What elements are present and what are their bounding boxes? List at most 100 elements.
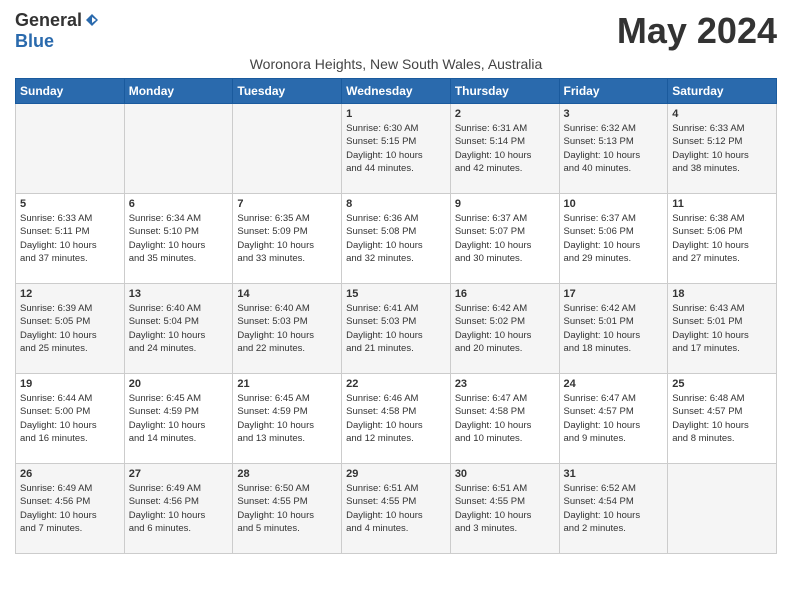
day-number: 9: [455, 198, 555, 210]
day-number: 5: [20, 198, 120, 210]
day-number: 6: [129, 198, 229, 210]
calendar-week-row: 5 Sunrise: 6:33 AM Sunset: 5:11 PM Daylig…: [16, 194, 777, 284]
day-info: Sunrise: 6:52 AM Sunset: 4:54 PM Dayligh…: [564, 482, 664, 535]
day-info: Sunrise: 6:33 AM Sunset: 5:12 PM Dayligh…: [672, 122, 772, 175]
day-info: Sunrise: 6:30 AM Sunset: 5:15 PM Dayligh…: [346, 122, 446, 175]
day-of-week-header: Wednesday: [342, 79, 451, 104]
calendar-day-cell: 10Sunrise: 6:37 AM Sunset: 5:06 PM Dayli…: [559, 194, 668, 284]
day-info: Sunrise: 6:42 AM Sunset: 5:02 PM Dayligh…: [455, 302, 555, 355]
calendar-header: SundayMondayTuesdayWednesdayThursdayFrid…: [16, 79, 777, 104]
day-info: Sunrise: 6:36 AM Sunset: 5:08 PM Dayligh…: [346, 212, 446, 265]
calendar-day-cell: 17 Sunrise: 6:42 AM Sunset: 5:01 PM Dayli…: [559, 284, 668, 374]
calendar-day-cell: 28 Sunrise: 6:50 AM Sunset: 4:55 PM Dayli…: [233, 464, 342, 554]
calendar-day-cell: 1 Sunrise: 6:30 AM Sunset: 5:15 PM Daylig…: [342, 104, 451, 194]
calendar-week-row: 1 Sunrise: 6:30 AM Sunset: 5:15 PM Daylig…: [16, 104, 777, 194]
day-info: Sunrise: 6:45 AM Sunset: 4:59 PM Dayligh…: [237, 392, 337, 445]
calendar-day-cell: 4 Sunrise: 6:33 AM Sunset: 5:12 PM Daylig…: [668, 104, 777, 194]
day-info: Sunrise: 6:47 AM Sunset: 4:58 PM Dayligh…: [455, 392, 555, 445]
calendar-day-cell: [16, 104, 125, 194]
day-number: 21: [237, 378, 337, 390]
day-number: 16: [455, 288, 555, 300]
page-header: General Blue May 2024: [15, 10, 777, 52]
day-of-week-header: Saturday: [668, 79, 777, 104]
day-info: Sunrise: 6:31 AM Sunset: 5:14 PM Dayligh…: [455, 122, 555, 175]
day-number: 23: [455, 378, 555, 390]
day-number: 24: [564, 378, 664, 390]
calendar-week-row: 26Sunrise: 6:49 AM Sunset: 4:56 PM Dayli…: [16, 464, 777, 554]
day-number: 19: [20, 378, 120, 390]
day-number: 30: [455, 468, 555, 480]
day-info: Sunrise: 6:42 AM Sunset: 5:01 PM Dayligh…: [564, 302, 664, 355]
calendar-day-cell: 27 Sunrise: 6:49 AM Sunset: 4:56 PM Dayli…: [124, 464, 233, 554]
month-title: May 2024: [617, 10, 777, 52]
calendar-week-row: 12Sunrise: 6:39 AM Sunset: 5:05 PM Dayli…: [16, 284, 777, 374]
calendar-day-cell: 12Sunrise: 6:39 AM Sunset: 5:05 PM Dayli…: [16, 284, 125, 374]
calendar-day-cell: 24 Sunrise: 6:47 AM Sunset: 4:57 PM Dayli…: [559, 374, 668, 464]
day-number: 17: [564, 288, 664, 300]
day-info: Sunrise: 6:37 AM Sunset: 5:07 PM Dayligh…: [455, 212, 555, 265]
calendar-day-cell: 19Sunrise: 6:44 AM Sunset: 5:00 PM Dayli…: [16, 374, 125, 464]
day-of-week-header: Monday: [124, 79, 233, 104]
day-info: Sunrise: 6:46 AM Sunset: 4:58 PM Dayligh…: [346, 392, 446, 445]
logo-blue: Blue: [15, 31, 54, 51]
day-info: Sunrise: 6:51 AM Sunset: 4:55 PM Dayligh…: [346, 482, 446, 535]
calendar-day-cell: 20 Sunrise: 6:45 AM Sunset: 4:59 PM Dayli…: [124, 374, 233, 464]
day-info: Sunrise: 6:51 AM Sunset: 4:55 PM Dayligh…: [455, 482, 555, 535]
day-info: Sunrise: 6:32 AM Sunset: 5:13 PM Dayligh…: [564, 122, 664, 175]
day-of-week-header: Friday: [559, 79, 668, 104]
day-info: Sunrise: 6:49 AM Sunset: 4:56 PM Dayligh…: [129, 482, 229, 535]
calendar-day-cell: 26Sunrise: 6:49 AM Sunset: 4:56 PM Dayli…: [16, 464, 125, 554]
calendar-day-cell: [668, 464, 777, 554]
calendar-day-cell: 22Sunrise: 6:46 AM Sunset: 4:58 PM Dayli…: [342, 374, 451, 464]
day-number: 8: [346, 198, 446, 210]
day-info: Sunrise: 6:45 AM Sunset: 4:59 PM Dayligh…: [129, 392, 229, 445]
calendar-day-cell: 29 Sunrise: 6:51 AM Sunset: 4:55 PM Dayli…: [342, 464, 451, 554]
day-info: Sunrise: 6:33 AM Sunset: 5:11 PM Dayligh…: [20, 212, 120, 265]
day-info: Sunrise: 6:40 AM Sunset: 5:04 PM Dayligh…: [129, 302, 229, 355]
day-number: 1: [346, 108, 446, 120]
calendar-day-cell: 15Sunrise: 6:41 AM Sunset: 5:03 PM Dayli…: [342, 284, 451, 374]
calendar-day-cell: [233, 104, 342, 194]
day-number: 14: [237, 288, 337, 300]
day-info: Sunrise: 6:34 AM Sunset: 5:10 PM Dayligh…: [129, 212, 229, 265]
calendar-day-cell: 30 Sunrise: 6:51 AM Sunset: 4:55 PM Dayli…: [450, 464, 559, 554]
calendar-day-cell: 9 Sunrise: 6:37 AM Sunset: 5:07 PM Daylig…: [450, 194, 559, 284]
calendar-day-cell: 8 Sunrise: 6:36 AM Sunset: 5:08 PM Daylig…: [342, 194, 451, 284]
calendar-day-cell: 13 Sunrise: 6:40 AM Sunset: 5:04 PM Dayli…: [124, 284, 233, 374]
day-number: 20: [129, 378, 229, 390]
day-number: 28: [237, 468, 337, 480]
calendar-day-cell: 2 Sunrise: 6:31 AM Sunset: 5:14 PM Daylig…: [450, 104, 559, 194]
calendar-day-cell: 21 Sunrise: 6:45 AM Sunset: 4:59 PM Dayli…: [233, 374, 342, 464]
day-number: 4: [672, 108, 772, 120]
calendar-day-cell: 14 Sunrise: 6:40 AM Sunset: 5:03 PM Dayli…: [233, 284, 342, 374]
day-info: Sunrise: 6:49 AM Sunset: 4:56 PM Dayligh…: [20, 482, 120, 535]
calendar-week-row: 19Sunrise: 6:44 AM Sunset: 5:00 PM Dayli…: [16, 374, 777, 464]
logo: General Blue: [15, 10, 100, 52]
day-number: 29: [346, 468, 446, 480]
calendar-day-cell: 16 Sunrise: 6:42 AM Sunset: 5:02 PM Dayli…: [450, 284, 559, 374]
day-number: 2: [455, 108, 555, 120]
day-info: Sunrise: 6:41 AM Sunset: 5:03 PM Dayligh…: [346, 302, 446, 355]
day-number: 12: [20, 288, 120, 300]
day-number: 7: [237, 198, 337, 210]
day-info: Sunrise: 6:50 AM Sunset: 4:55 PM Dayligh…: [237, 482, 337, 535]
day-number: 27: [129, 468, 229, 480]
calendar-day-cell: 3 Sunrise: 6:32 AM Sunset: 5:13 PM Daylig…: [559, 104, 668, 194]
calendar-day-cell: 18 Sunrise: 6:43 AM Sunset: 5:01 PM Dayli…: [668, 284, 777, 374]
calendar-day-cell: 5 Sunrise: 6:33 AM Sunset: 5:11 PM Daylig…: [16, 194, 125, 284]
day-number: 25: [672, 378, 772, 390]
calendar-day-cell: 7 Sunrise: 6:35 AM Sunset: 5:09 PM Daylig…: [233, 194, 342, 284]
day-number: 13: [129, 288, 229, 300]
day-info: Sunrise: 6:43 AM Sunset: 5:01 PM Dayligh…: [672, 302, 772, 355]
logo-general: General: [15, 10, 82, 31]
day-info: Sunrise: 6:35 AM Sunset: 5:09 PM Dayligh…: [237, 212, 337, 265]
calendar-day-cell: 23 Sunrise: 6:47 AM Sunset: 4:58 PM Dayli…: [450, 374, 559, 464]
day-of-week-header: Sunday: [16, 79, 125, 104]
subtitle: Woronora Heights, New South Wales, Austr…: [15, 56, 777, 72]
calendar-table: SundayMondayTuesdayWednesdayThursdayFrid…: [15, 78, 777, 554]
calendar-day-cell: 6 Sunrise: 6:34 AM Sunset: 5:10 PM Daylig…: [124, 194, 233, 284]
day-number: 3: [564, 108, 664, 120]
day-number: 18: [672, 288, 772, 300]
day-info: Sunrise: 6:40 AM Sunset: 5:03 PM Dayligh…: [237, 302, 337, 355]
day-info: Sunrise: 6:47 AM Sunset: 4:57 PM Dayligh…: [564, 392, 664, 445]
